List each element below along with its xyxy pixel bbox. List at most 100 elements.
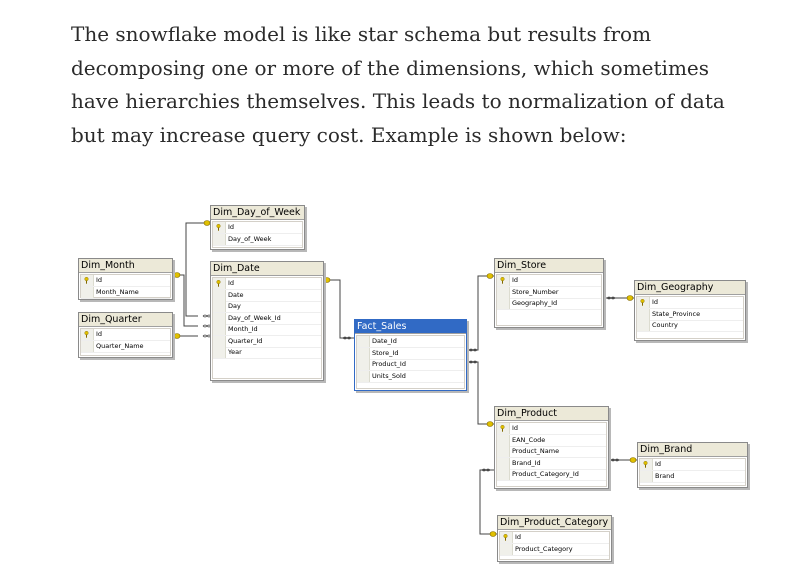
column-row[interactable]: Product_Id (357, 359, 464, 371)
table-title: Dim_Month (79, 259, 172, 273)
column-row[interactable]: EAN_Code (497, 434, 606, 447)
row-selector (497, 298, 510, 309)
row-selector (637, 308, 650, 320)
row-selector (500, 543, 513, 555)
column-row[interactable]: Store_Id (357, 347, 464, 360)
column-row[interactable]: Month_Name (81, 286, 170, 299)
column-name: Day_of_Week (228, 234, 272, 243)
column-name: Id (96, 330, 103, 338)
column-row[interactable]: Date (213, 289, 321, 302)
table-dim-date[interactable]: Dim_Date Id Date Day Day_of_Week_Id Month_Id Q… (210, 261, 324, 381)
column-row[interactable]: Geography_Id (497, 298, 601, 310)
column-name: Store_Id (372, 348, 399, 357)
primary-key-icon (643, 461, 648, 468)
column-name: Id (228, 223, 235, 231)
column-row[interactable]: Id (640, 459, 745, 471)
row-selector (497, 446, 510, 457)
table-dim-quarter[interactable]: Dim_Quarter Id Quarter_Name (78, 312, 173, 358)
row-selector (640, 459, 653, 470)
table-dim-day-of-week[interactable]: Dim_Day_of_Week Id Day_of_Week (210, 205, 305, 250)
column-row[interactable]: Brand (640, 470, 745, 483)
column-name: Id (515, 533, 522, 541)
primary-key-icon (84, 277, 89, 284)
table-columns: Id Product_Category (499, 531, 610, 560)
table-dim-product-category[interactable]: Dim_Product_Category Id Product_Category (497, 515, 612, 562)
row-selector (213, 222, 226, 233)
column-row[interactable]: Country (637, 320, 743, 332)
table-columns: Id Store_Number Geography_Id (496, 274, 602, 326)
row-selector (637, 320, 650, 331)
column-name: Date (228, 290, 244, 299)
primary-key-icon (216, 280, 221, 287)
row-selector (497, 275, 510, 286)
column-row[interactable]: Id (497, 275, 601, 287)
table-columns: Id Month_Name (80, 274, 171, 299)
column-row[interactable]: Id (213, 278, 321, 290)
column-row[interactable]: Quarter_Name (81, 340, 170, 353)
table-title: Dim_Date (211, 262, 323, 276)
column-name: Units_Sold (372, 371, 406, 380)
table-dim-product[interactable]: Dim_Product Id EAN_Code Product_Name Brand_I… (494, 406, 609, 489)
column-row[interactable]: Id (81, 275, 170, 287)
rel-date-dayofweek (185, 222, 210, 317)
row-selector (81, 286, 94, 298)
column-name: Id (96, 276, 103, 284)
column-row[interactable]: Product_Name (497, 446, 606, 458)
table-dim-store[interactable]: Dim_Store Id Store_Number Geography_Id (494, 258, 604, 328)
row-selector (357, 359, 370, 370)
table-dim-month[interactable]: Dim_Month Id Month_Name (78, 258, 173, 300)
table-title: Dim_Product (495, 407, 608, 421)
column-name: Product_Id (372, 360, 406, 368)
column-name: Geography_Id (512, 299, 558, 307)
column-name: Store_Number (512, 287, 559, 296)
column-row[interactable]: Id (637, 297, 743, 309)
primary-key-icon (503, 534, 508, 541)
row-selector (497, 434, 510, 446)
column-row[interactable]: Id (500, 532, 609, 544)
rel-fact-date (323, 279, 355, 339)
table-dim-geography[interactable]: Dim_Geography Id State_Province Country (634, 280, 746, 341)
column-row[interactable]: Units_Sold (357, 370, 464, 383)
column-row[interactable]: Product_Category (500, 543, 609, 556)
column-row[interactable]: Id (213, 222, 302, 234)
table-title: Dim_Brand (638, 443, 747, 457)
table-dim-brand[interactable]: Dim_Brand Id Brand (637, 442, 748, 488)
table-fact-sales[interactable]: Fact_Sales Date_Id Store_Id Product_Id Units… (354, 319, 467, 391)
row-selector (213, 233, 226, 245)
column-name: Brand (655, 471, 675, 480)
row-selector (357, 370, 370, 382)
row-selector (81, 329, 94, 340)
column-row[interactable]: Day_of_Week_Id (213, 312, 321, 325)
column-name: Product_Category_Id (512, 470, 579, 478)
row-selector (213, 289, 226, 301)
column-name: Id (652, 298, 659, 306)
column-row[interactable]: Quarter_Id (213, 335, 321, 348)
table-title: Dim_Day_of_Week (211, 206, 304, 220)
column-row[interactable]: Id (81, 329, 170, 341)
table-title: Dim_Geography (635, 281, 745, 295)
row-selector (213, 335, 226, 347)
rel-fact-product (467, 361, 494, 425)
column-name: Country (652, 321, 678, 329)
row-selector (213, 324, 226, 335)
column-row[interactable]: Date_Id (357, 336, 464, 348)
column-row[interactable]: Brand_Id (497, 457, 606, 470)
column-row[interactable]: Product_Category_Id (497, 469, 606, 481)
table-columns: Id EAN_Code Product_Name Brand_Id Product_Ca… (496, 422, 607, 487)
column-name: Quarter_Id (228, 336, 263, 345)
table-columns: Id Day_of_Week (212, 221, 303, 248)
column-row[interactable]: Year (213, 347, 321, 359)
row-selector (213, 278, 226, 289)
column-row[interactable]: Day_of_Week (213, 233, 302, 246)
column-row[interactable]: Day (213, 301, 321, 313)
row-selector (497, 286, 510, 298)
column-row[interactable]: Id (497, 423, 606, 435)
table-columns: Id Brand (639, 458, 746, 486)
column-row[interactable]: Month_Id (213, 324, 321, 336)
row-selector (213, 301, 226, 312)
column-row[interactable]: State_Province (637, 308, 743, 321)
column-row[interactable]: Store_Number (497, 286, 601, 299)
table-title: Dim_Store (495, 259, 603, 273)
row-selector (500, 532, 513, 543)
column-name: Id (655, 460, 662, 468)
